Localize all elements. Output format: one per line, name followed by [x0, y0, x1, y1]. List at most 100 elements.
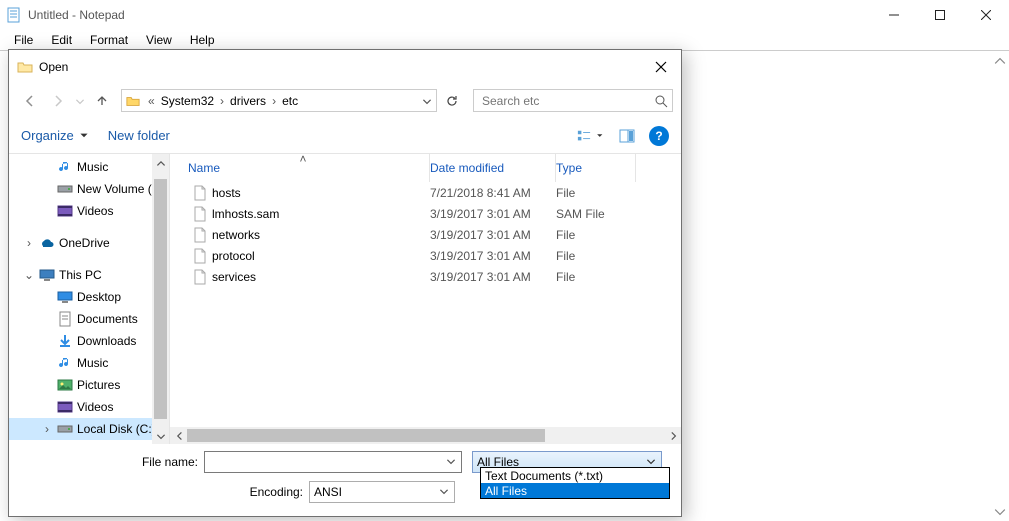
- file-type: File: [556, 249, 636, 263]
- filetype-option[interactable]: All Files: [481, 483, 669, 498]
- expand-icon[interactable]: ›: [41, 422, 53, 436]
- up-button[interactable]: [89, 89, 115, 113]
- dialog-navbar: « System32 › drivers › etc: [9, 83, 681, 118]
- filename-input[interactable]: [204, 451, 462, 473]
- breadcrumb-part[interactable]: System32: [159, 94, 216, 108]
- file-date: 3/19/2017 3:01 AM: [430, 270, 556, 284]
- scrollbar-down-icon[interactable]: [991, 503, 1008, 520]
- new-folder-button[interactable]: New folder: [108, 128, 170, 143]
- tree-item[interactable]: Downloads: [9, 330, 169, 352]
- column-name-label: Name: [188, 161, 220, 175]
- breadcrumb-part[interactable]: drivers: [228, 94, 268, 108]
- scroll-down-icon[interactable]: [152, 427, 169, 444]
- breadcrumb-part[interactable]: etc: [280, 94, 300, 108]
- videos-icon: [57, 399, 73, 415]
- file-row[interactable]: protocol3/19/2017 3:01 AMFile: [170, 245, 681, 266]
- sort-indicator-icon: ˄: [300, 152, 307, 166]
- search-icon[interactable]: [650, 94, 672, 108]
- music-icon: [57, 159, 73, 175]
- column-type[interactable]: Type: [556, 154, 636, 182]
- filename-label: File name:: [19, 455, 204, 469]
- back-button[interactable]: [17, 89, 43, 113]
- tree-item[interactable]: Documents: [9, 308, 169, 330]
- tree-item-label: Downloads: [77, 334, 136, 348]
- chevron-right-icon[interactable]: ›: [216, 94, 228, 108]
- file-icon: [192, 185, 208, 201]
- minimize-button[interactable]: [871, 0, 917, 30]
- file-list-header[interactable]: Name ˄ Date modified Type: [170, 154, 681, 182]
- scrollbar-up-icon[interactable]: [991, 52, 1008, 69]
- menu-format[interactable]: Format: [82, 31, 136, 49]
- expand-icon[interactable]: ⌄: [23, 268, 35, 282]
- tree-item-label: Music: [77, 356, 108, 370]
- chevron-down-icon: [438, 485, 450, 500]
- chevron-right-icon[interactable]: ›: [268, 94, 280, 108]
- menu-edit[interactable]: Edit: [43, 31, 80, 49]
- preview-pane-button[interactable]: [613, 124, 641, 148]
- pictures-icon: [57, 377, 73, 393]
- file-row[interactable]: services3/19/2017 3:01 AMFile: [170, 266, 681, 287]
- scroll-up-icon[interactable]: [152, 154, 169, 171]
- file-date: 3/19/2017 3:01 AM: [430, 249, 556, 263]
- search-input[interactable]: [480, 93, 650, 109]
- folder-tree: MusicNew Volume (E:)Videos›OneDrive⌄This…: [9, 154, 169, 444]
- notepad-title: Untitled - Notepad: [28, 8, 125, 22]
- menu-file[interactable]: File: [6, 31, 41, 49]
- videos-icon: [57, 203, 73, 219]
- dialog-toolbar: Organize New folder ?: [9, 118, 681, 153]
- refresh-button[interactable]: [441, 89, 463, 112]
- tree-item[interactable]: Videos: [9, 396, 169, 418]
- expand-icon[interactable]: ›: [23, 236, 35, 250]
- search-box[interactable]: [473, 89, 673, 112]
- thispc-icon: [39, 267, 55, 283]
- recent-locations-button[interactable]: [73, 89, 87, 113]
- drive-icon: [57, 421, 73, 437]
- file-date: 3/19/2017 3:01 AM: [430, 228, 556, 242]
- file-icon: [192, 206, 208, 222]
- tree-item[interactable]: New Volume (E:): [9, 178, 169, 200]
- menu-view[interactable]: View: [138, 31, 180, 49]
- tree-item-label: Desktop: [77, 290, 121, 304]
- tree-item-label: Local Disk (C:): [77, 422, 156, 436]
- tree-item[interactable]: › Local Disk (C:): [9, 418, 169, 440]
- filename-dropdown-icon[interactable]: [445, 455, 457, 470]
- tree-item[interactable]: Pictures: [9, 374, 169, 396]
- column-date[interactable]: Date modified: [430, 154, 556, 182]
- file-row[interactable]: lmhosts.sam3/19/2017 3:01 AMSAM File: [170, 203, 681, 224]
- file-date: 3/19/2017 3:01 AM: [430, 207, 556, 221]
- file-name: hosts: [212, 186, 241, 200]
- encoding-combobox[interactable]: ANSI: [309, 481, 455, 503]
- tree-item[interactable]: ⌄This PC: [9, 264, 169, 286]
- scroll-right-icon[interactable]: [664, 427, 681, 444]
- scroll-left-icon[interactable]: [170, 427, 187, 444]
- file-type: File: [556, 228, 636, 242]
- close-button[interactable]: [963, 0, 1009, 30]
- tree-item[interactable]: Music: [9, 156, 169, 178]
- tree-scrollbar[interactable]: [152, 154, 169, 444]
- file-list-hscrollbar[interactable]: [170, 427, 681, 444]
- view-options-button[interactable]: [577, 124, 605, 148]
- breadcrumb-dropdown-icon[interactable]: [418, 95, 436, 107]
- tree-item[interactable]: ›OneDrive: [9, 232, 169, 254]
- file-icon: [192, 227, 208, 243]
- tree-item[interactable]: Videos: [9, 200, 169, 222]
- menu-help[interactable]: Help: [182, 31, 223, 49]
- dialog-close-button[interactable]: [641, 53, 681, 81]
- tree-item[interactable]: Music: [9, 352, 169, 374]
- organize-button[interactable]: Organize: [21, 128, 90, 143]
- music-icon: [57, 355, 73, 371]
- hscroll-thumb[interactable]: [187, 429, 545, 442]
- notepad-menubar: File Edit Format View Help: [0, 30, 1009, 50]
- help-button[interactable]: ?: [649, 126, 669, 146]
- filetype-option[interactable]: Text Documents (*.txt): [481, 468, 669, 483]
- breadcrumb-prefix[interactable]: «: [144, 94, 159, 108]
- forward-button[interactable]: [45, 89, 71, 113]
- file-row[interactable]: networks3/19/2017 3:01 AMFile: [170, 224, 681, 245]
- tree-item[interactable]: Desktop: [9, 286, 169, 308]
- file-row[interactable]: hosts7/21/2018 8:41 AMFile: [170, 182, 681, 203]
- scroll-thumb[interactable]: [154, 179, 167, 419]
- column-name[interactable]: Name ˄: [170, 154, 430, 182]
- breadcrumb[interactable]: « System32 › drivers › etc: [121, 89, 437, 112]
- maximize-button[interactable]: [917, 0, 963, 30]
- filetype-dropdown: Text Documents (*.txt) All Files: [480, 467, 670, 499]
